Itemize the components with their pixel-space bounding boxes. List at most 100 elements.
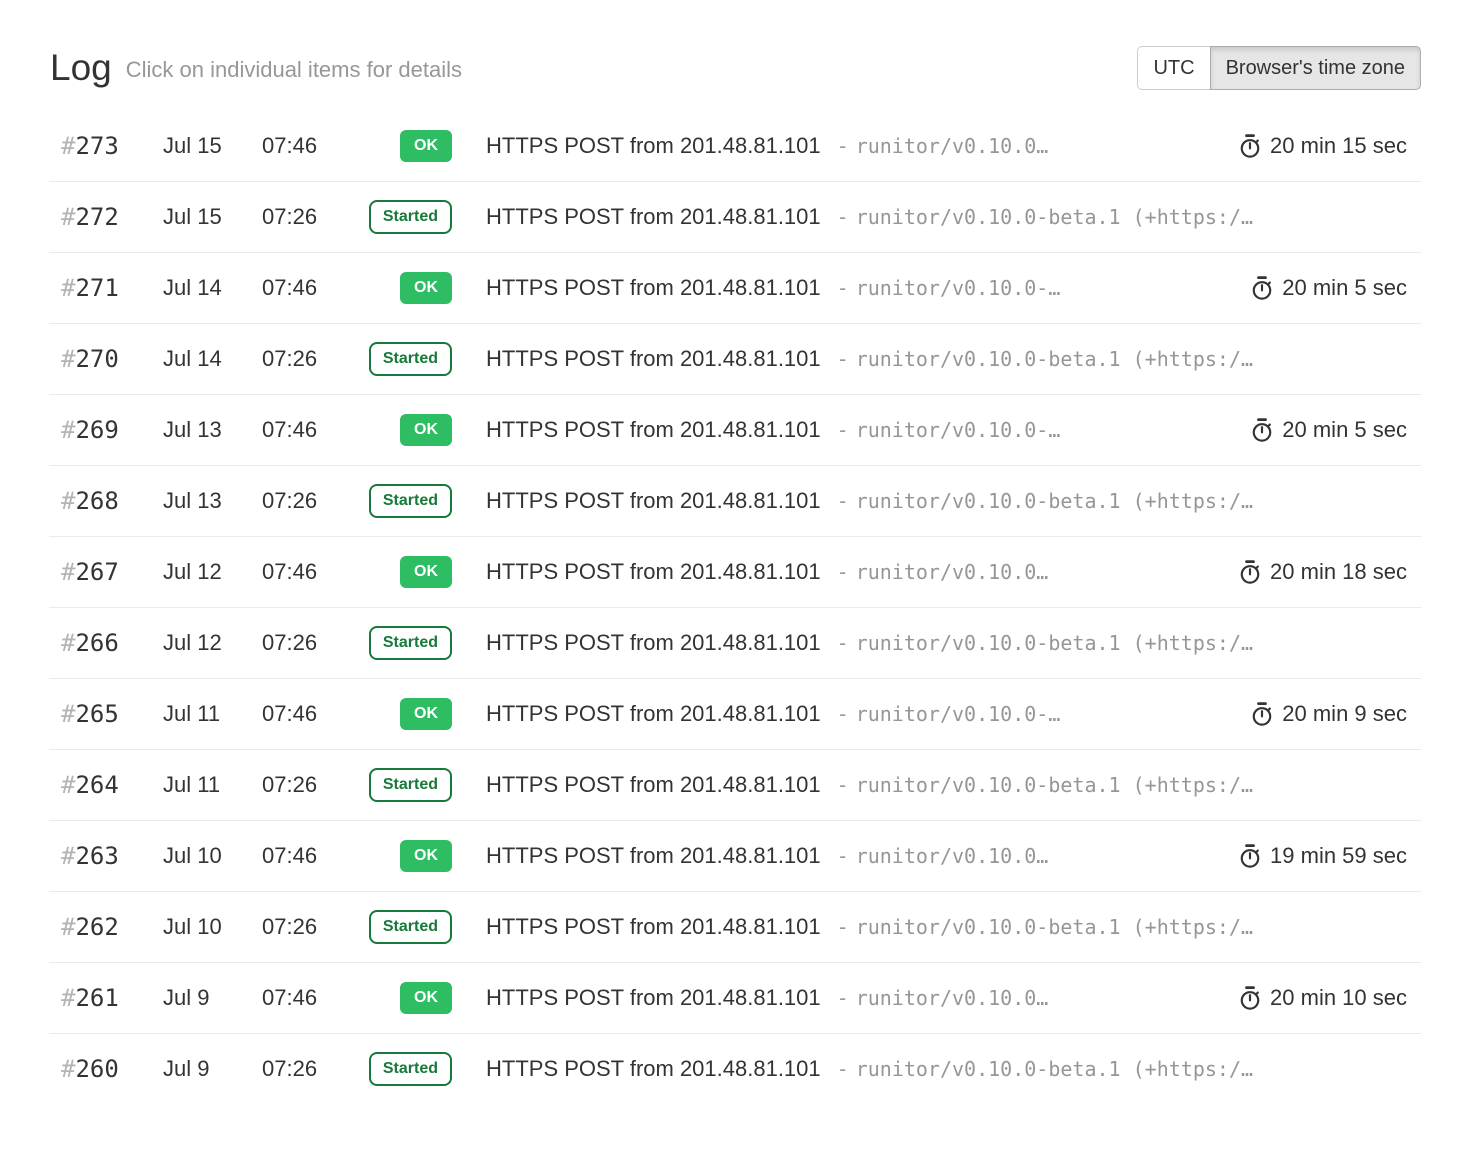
event-id-hash: #	[61, 274, 75, 302]
log-row[interactable]: #272 Jul 15 07:26 Started HTTPS POST fro…	[49, 181, 1421, 252]
event-id-number: 269	[75, 416, 118, 444]
event-date: Jul 10	[163, 843, 262, 869]
separator-dash: -	[837, 134, 849, 158]
status-badge: OK	[400, 130, 452, 162]
event-id: #270	[61, 345, 163, 373]
event-date: Jul 13	[163, 488, 262, 514]
status-badge: OK	[400, 840, 452, 872]
event-id: #261	[61, 984, 163, 1012]
event-source-text: HTTPS POST from 201.48.81.101	[486, 275, 821, 300]
duration-text: 20 min 15 sec	[1270, 133, 1407, 159]
event-date: Jul 12	[163, 630, 262, 656]
status-badge-cell: OK	[358, 840, 452, 872]
event-description: HTTPS POST from 201.48.81.101-runitor/v0…	[486, 346, 1407, 372]
log-row[interactable]: #266 Jul 12 07:26 Started HTTPS POST fro…	[49, 607, 1421, 678]
event-id: #263	[61, 842, 163, 870]
event-description: HTTPS POST from 201.48.81.101-runitor/v0…	[486, 843, 1219, 869]
event-id: #269	[61, 416, 163, 444]
duration-text: 20 min 10 sec	[1270, 985, 1407, 1011]
event-description: HTTPS POST from 201.48.81.101-runitor/v0…	[486, 559, 1219, 585]
event-time: 07:26	[262, 772, 358, 798]
event-description: HTTPS POST from 201.48.81.101-runitor/v0…	[486, 914, 1407, 940]
status-badge-cell: Started	[358, 910, 452, 944]
separator-dash: -	[837, 631, 849, 655]
event-time: 07:46	[262, 985, 358, 1011]
event-time: 07:26	[262, 346, 358, 372]
log-row[interactable]: #261 Jul 9 07:46 OK HTTPS POST from 201.…	[49, 962, 1421, 1033]
log-row[interactable]: #263 Jul 10 07:46 OK HTTPS POST from 201…	[49, 820, 1421, 891]
event-id-hash: #	[61, 132, 75, 160]
status-badge: Started	[369, 484, 452, 518]
event-description: HTTPS POST from 201.48.81.101-runitor/v0…	[486, 417, 1231, 443]
event-source-text: HTTPS POST from 201.48.81.101	[486, 559, 821, 584]
log-row[interactable]: #269 Jul 13 07:46 OK HTTPS POST from 201…	[49, 394, 1421, 465]
stopwatch-icon	[1249, 701, 1275, 727]
event-source-text: HTTPS POST from 201.48.81.101	[486, 914, 821, 939]
log-row[interactable]: #270 Jul 14 07:26 Started HTTPS POST fro…	[49, 323, 1421, 394]
event-id-hash: #	[61, 558, 75, 586]
log-row[interactable]: #267 Jul 12 07:46 OK HTTPS POST from 201…	[49, 536, 1421, 607]
separator-dash: -	[837, 1057, 849, 1081]
stopwatch-icon	[1237, 985, 1263, 1011]
user-agent-text: runitor/v0.10.0…	[856, 134, 1049, 158]
separator-dash: -	[837, 702, 849, 726]
event-date: Jul 14	[163, 275, 262, 301]
event-id-number: 272	[75, 203, 118, 231]
stopwatch-icon	[1249, 417, 1275, 443]
status-badge: OK	[400, 982, 452, 1014]
status-badge: OK	[400, 414, 452, 446]
user-agent-text: runitor/v0.10.0-beta.1 (+https:/…	[856, 1057, 1253, 1081]
event-id: #271	[61, 274, 163, 302]
separator-dash: -	[837, 560, 849, 584]
status-badge-cell: Started	[358, 484, 452, 518]
event-source-text: HTTPS POST from 201.48.81.101	[486, 985, 821, 1010]
event-description: HTTPS POST from 201.48.81.101-runitor/v0…	[486, 133, 1219, 159]
log-row[interactable]: #264 Jul 11 07:26 Started HTTPS POST fro…	[49, 749, 1421, 820]
log-row[interactable]: #265 Jul 11 07:46 OK HTTPS POST from 201…	[49, 678, 1421, 749]
event-id: #267	[61, 558, 163, 586]
event-date: Jul 11	[163, 772, 262, 798]
event-date: Jul 11	[163, 701, 262, 727]
user-agent-text: runitor/v0.10.0…	[856, 986, 1049, 1010]
event-source-text: HTTPS POST from 201.48.81.101	[486, 346, 821, 371]
status-badge-cell: OK	[358, 982, 452, 1014]
log-row[interactable]: #273 Jul 15 07:46 OK HTTPS POST from 201…	[49, 110, 1421, 181]
log-row[interactable]: #262 Jul 10 07:26 Started HTTPS POST fro…	[49, 891, 1421, 962]
separator-dash: -	[837, 418, 849, 442]
user-agent-text: runitor/v0.10.0-beta.1 (+https:/…	[856, 773, 1253, 797]
user-agent-text: runitor/v0.10.0-beta.1 (+https:/…	[856, 489, 1253, 513]
status-badge-cell: Started	[358, 200, 452, 234]
utc-button[interactable]: UTC	[1137, 46, 1210, 90]
event-date: Jul 9	[163, 985, 262, 1011]
log-row[interactable]: #271 Jul 14 07:46 OK HTTPS POST from 201…	[49, 252, 1421, 323]
status-badge-cell: OK	[358, 698, 452, 730]
event-source-text: HTTPS POST from 201.48.81.101	[486, 701, 821, 726]
duration: 20 min 15 sec	[1219, 133, 1407, 159]
status-badge: OK	[400, 698, 452, 730]
event-source-text: HTTPS POST from 201.48.81.101	[486, 204, 821, 229]
event-date: Jul 14	[163, 346, 262, 372]
separator-dash: -	[837, 276, 849, 300]
status-badge-cell: OK	[358, 414, 452, 446]
event-date: Jul 15	[163, 133, 262, 159]
log-page: Log Click on individual items for detail…	[0, 0, 1470, 1156]
event-id-number: 260	[75, 1055, 118, 1083]
user-agent-text: runitor/v0.10.0-…	[856, 418, 1061, 442]
duration-text: 20 min 5 sec	[1282, 275, 1407, 301]
log-row[interactable]: #268 Jul 13 07:26 Started HTTPS POST fro…	[49, 465, 1421, 536]
stopwatch-icon	[1237, 133, 1263, 159]
user-agent-text: runitor/v0.10.0-beta.1 (+https:/…	[856, 631, 1253, 655]
event-time: 07:46	[262, 133, 358, 159]
stopwatch-icon	[1237, 559, 1263, 585]
browser-timezone-button[interactable]: Browser's time zone	[1210, 46, 1421, 90]
event-source-text: HTTPS POST from 201.48.81.101	[486, 843, 821, 868]
user-agent-text: runitor/v0.10.0…	[856, 560, 1049, 584]
log-row[interactable]: #260 Jul 9 07:26 Started HTTPS POST from…	[49, 1033, 1421, 1104]
event-description: HTTPS POST from 201.48.81.101-runitor/v0…	[486, 275, 1231, 301]
event-source-text: HTTPS POST from 201.48.81.101	[486, 1056, 821, 1081]
event-description: HTTPS POST from 201.48.81.101-runitor/v0…	[486, 1056, 1407, 1082]
status-badge-cell: OK	[358, 556, 452, 588]
event-id: #268	[61, 487, 163, 515]
status-badge: Started	[369, 768, 452, 802]
event-description: HTTPS POST from 201.48.81.101-runitor/v0…	[486, 204, 1407, 230]
